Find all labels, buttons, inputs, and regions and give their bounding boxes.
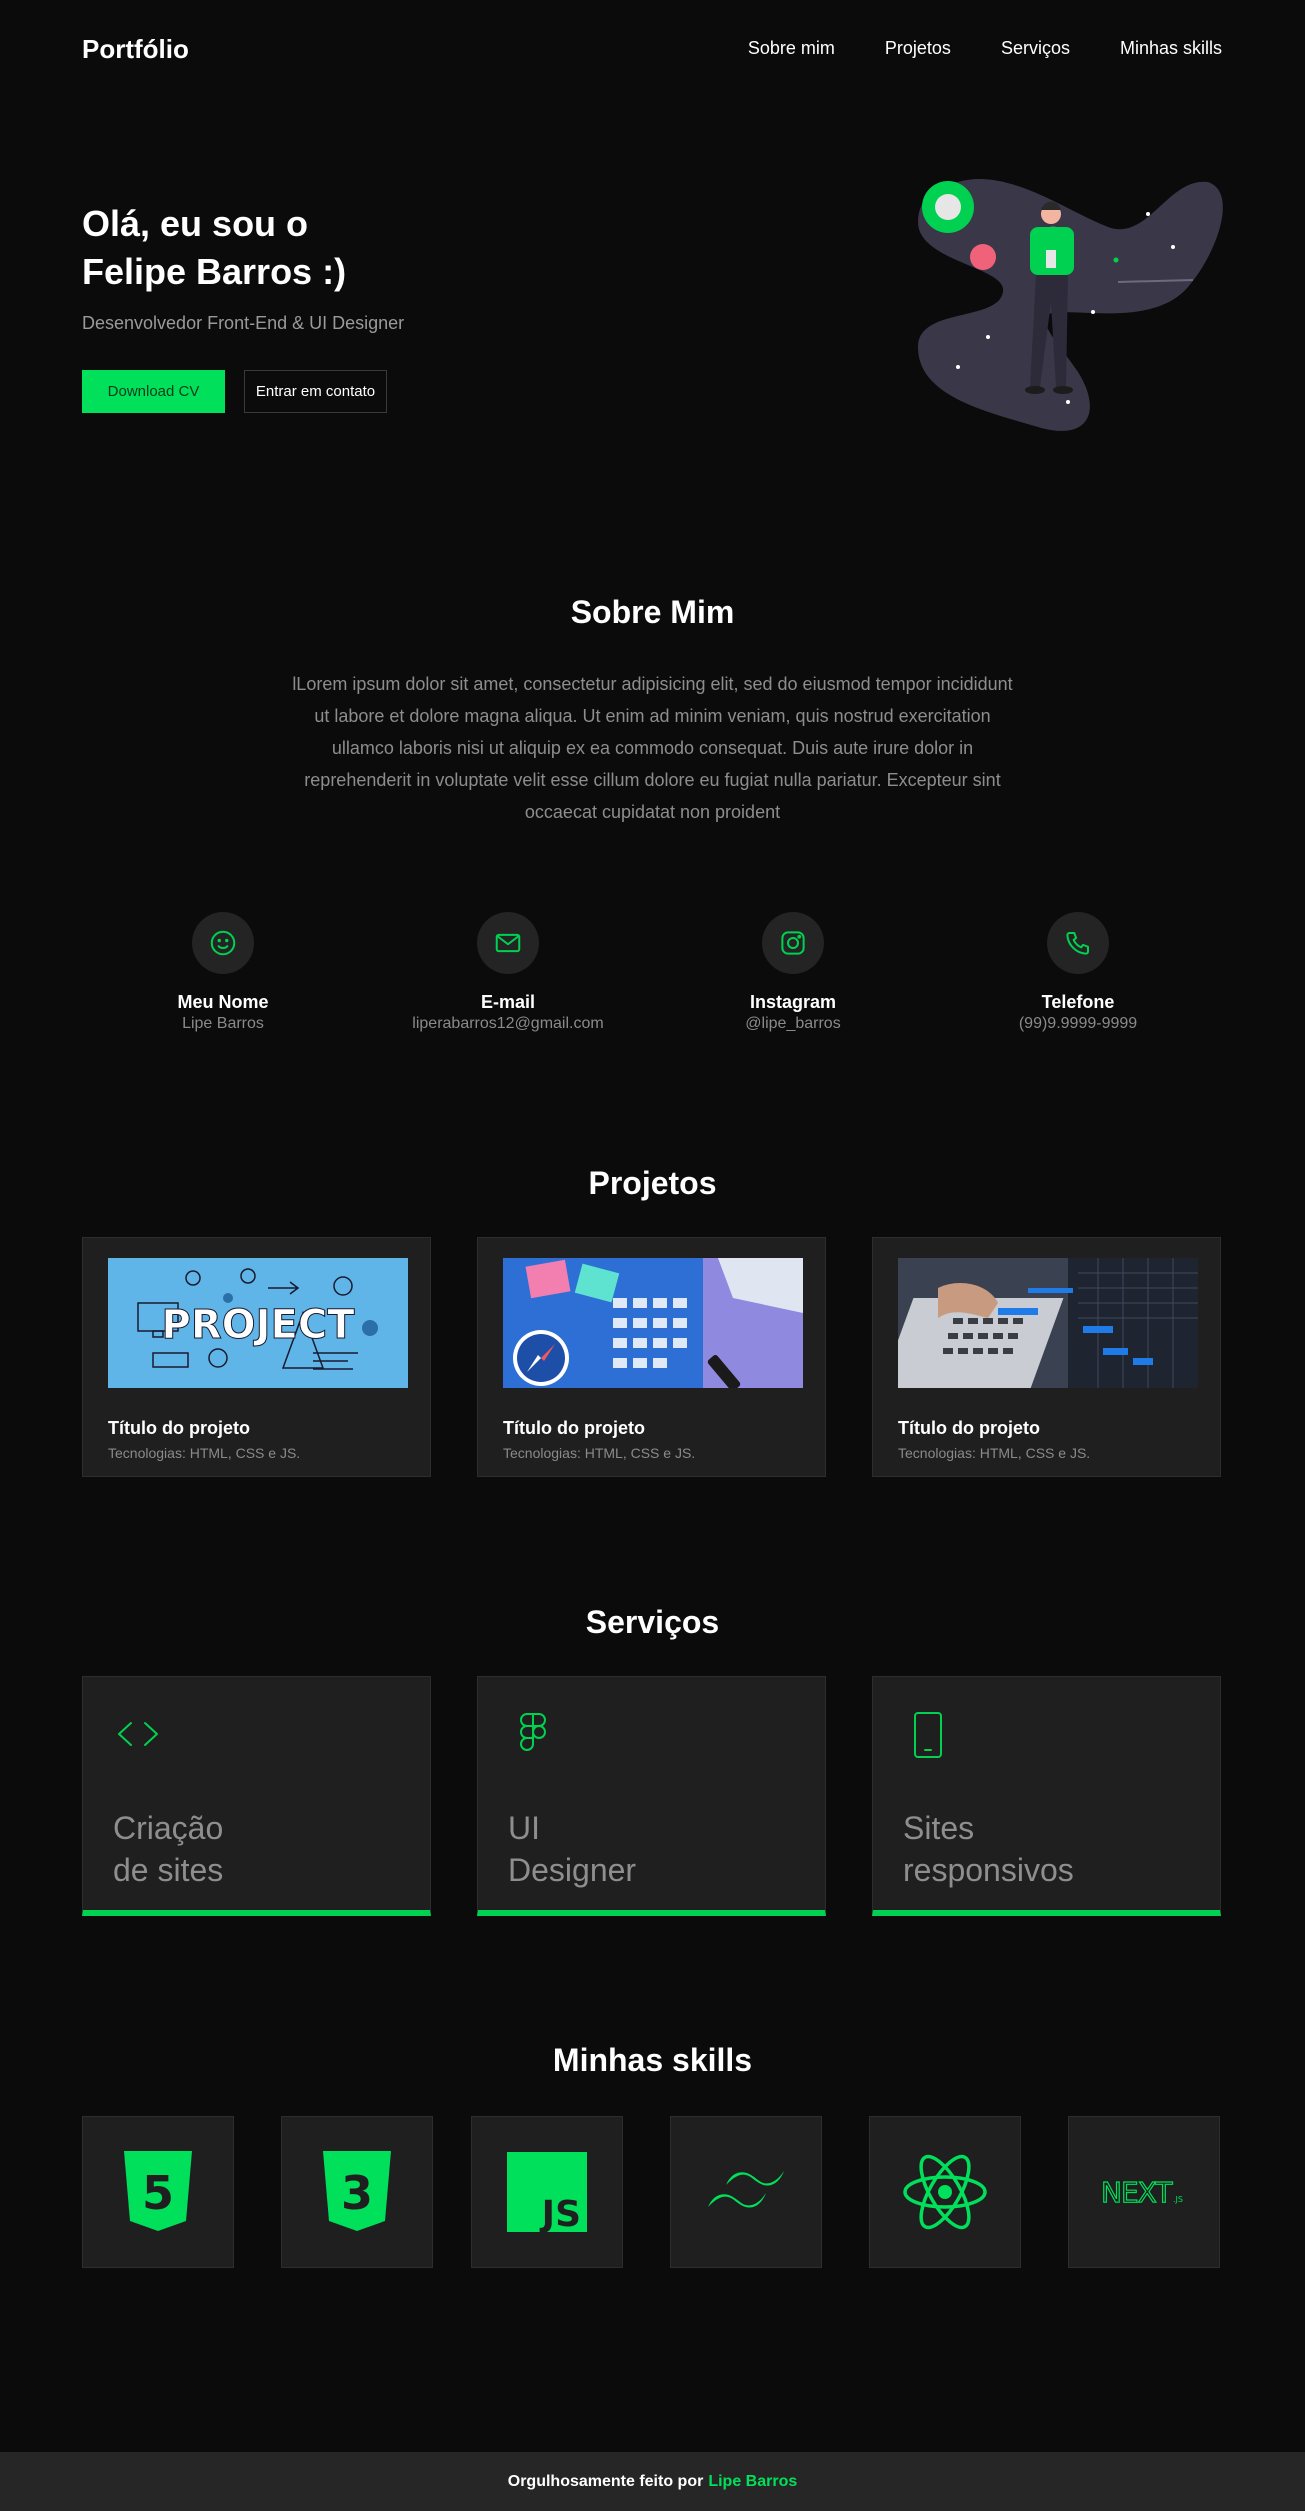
contact-phone: Telefone (99)9.9999-9999 <box>958 912 1198 1033</box>
css3-glyph: 3 <box>341 2166 373 2220</box>
contact-value: Lipe Barros <box>182 1015 264 1032</box>
nav-link-servicos[interactable]: Serviços <box>1001 38 1070 59</box>
project-thumbnail: PROJECT <box>108 1258 408 1388</box>
tailwind-icon <box>708 2171 784 2208</box>
nextjs-suffix: .JS <box>1173 2195 1183 2204</box>
nextjs-icon: NEXT .JS <box>1100 2175 1183 2209</box>
project-thumb-text: PROJECT <box>162 1302 356 1348</box>
smile-icon <box>192 912 254 974</box>
mail-icon <box>477 912 539 974</box>
service-label-line1: Criação <box>113 1810 224 1846</box>
service-label-line2: responsivos <box>903 1852 1074 1888</box>
service-label: Sites responsivos <box>903 1807 1183 1891</box>
tablet-icon <box>914 1712 942 1758</box>
download-cv-button[interactable]: Download CV <box>82 370 225 413</box>
contact-value[interactable]: (99)9.9999-9999 <box>958 1015 1198 1033</box>
project-card[interactable]: PROJECT Título do projeto Tecnologias: H… <box>82 1237 431 1477</box>
contact-value[interactable]: liperabarros12@gmail.com <box>388 1015 628 1033</box>
nav-link-projetos[interactable]: Projetos <box>885 38 951 59</box>
projects-title: Projetos <box>588 1165 717 1201</box>
contact-label: Instagram <box>749 992 837 1012</box>
contact-value[interactable]: @lipe_barros <box>673 1015 913 1033</box>
service-label-line1: UI <box>508 1810 540 1846</box>
site-footer: Orgulhosamente feito por Lipe Barros <box>0 2452 1305 2511</box>
html5-glyph: 5 <box>142 2166 174 2220</box>
project-tech: Tecnologias: HTML, CSS e JS. <box>108 1445 301 1461</box>
hero-title: Olá, eu sou o Felipe Barros :) <box>82 200 542 296</box>
project-card[interactable]: Título do projeto Tecnologias: HTML, CSS… <box>872 1237 1221 1477</box>
skill-tailwind <box>670 2116 822 2268</box>
contact-label: E-mail <box>480 992 536 1012</box>
project-title: Título do projeto <box>108 1418 250 1438</box>
contact-label: Meu Nome <box>177 992 269 1012</box>
about-title: Sobre Mim <box>570 594 735 630</box>
css3-icon: 3 <box>323 2151 391 2231</box>
javascript-icon: JS <box>507 2152 587 2232</box>
skill-html5: 5 <box>82 2116 234 2268</box>
service-label: UI Designer <box>508 1807 788 1891</box>
hero-title-line1: Olá, eu sou o <box>82 203 309 244</box>
contact-email: E-mail liperabarros12@gmail.com <box>388 912 628 1033</box>
project-tech: Tecnologias: HTML, CSS e JS. <box>898 1445 1091 1461</box>
react-icon <box>903 2154 987 2230</box>
main-nav: Sobre mim Projetos Serviços Minhas skill… <box>748 38 1222 59</box>
footer-author-link[interactable]: Lipe Barros <box>708 2473 797 2491</box>
skill-css3: 3 <box>281 2116 433 2268</box>
phone-icon <box>1047 912 1109 974</box>
service-label-line2: Designer <box>508 1852 637 1888</box>
project-thumbnail <box>503 1258 803 1388</box>
service-card-ui-designer: UI Designer <box>477 1676 826 1916</box>
nav-link-sobre-mim[interactable]: Sobre mim <box>748 38 835 59</box>
nav-link-minhas-skills[interactable]: Minhas skills <box>1120 38 1222 59</box>
nextjs-wordmark: NEXT <box>1101 2176 1173 2209</box>
project-title: Título do projeto <box>898 1418 1040 1438</box>
hero-title-line2: Felipe Barros :) <box>82 251 347 292</box>
instagram-icon <box>762 912 824 974</box>
javascript-glyph: JS <box>539 2194 581 2232</box>
contact-label: Telefone <box>1041 992 1115 1012</box>
service-card-responsive: Sites responsivos <box>872 1676 1221 1916</box>
service-label: Criação de sites <box>113 1807 393 1891</box>
hero-subtitle: Desenvolvedor Front-End & UI Designer <box>82 313 405 333</box>
site-logo[interactable]: Portfólio <box>82 34 189 65</box>
services-title: Serviços <box>585 1604 720 1640</box>
skills-title: Minhas skills <box>552 2042 753 2078</box>
html5-icon: 5 <box>124 2151 192 2231</box>
service-label-line1: Sites <box>903 1810 975 1846</box>
contact-button[interactable]: Entrar em contato <box>244 370 387 413</box>
figma-icon <box>520 1713 546 1751</box>
project-thumbnail <box>898 1258 1198 1388</box>
project-tech: Tecnologias: HTML, CSS e JS. <box>503 1445 696 1461</box>
service-card-sites: Criação de sites <box>82 1676 431 1916</box>
contact-instagram: Instagram @lipe_barros <box>673 912 913 1033</box>
footer-text: Orgulhosamente feito por <box>507 2472 704 2490</box>
about-text: lLorem ipsum dolor sit amet, consectetur… <box>292 674 1013 822</box>
skill-nextjs: NEXT .JS <box>1068 2116 1220 2268</box>
project-card[interactable]: Título do projeto Tecnologias: HTML, CSS… <box>477 1237 826 1477</box>
hero-illustration <box>918 178 1223 431</box>
service-label-line2: de sites <box>113 1852 224 1888</box>
contact-name: Meu Nome Lipe Barros <box>103 912 343 1033</box>
project-title: Título do projeto <box>503 1418 645 1438</box>
skill-react <box>869 2116 1021 2268</box>
code-icon <box>118 1722 158 1746</box>
skill-javascript: JS <box>471 2116 623 2268</box>
